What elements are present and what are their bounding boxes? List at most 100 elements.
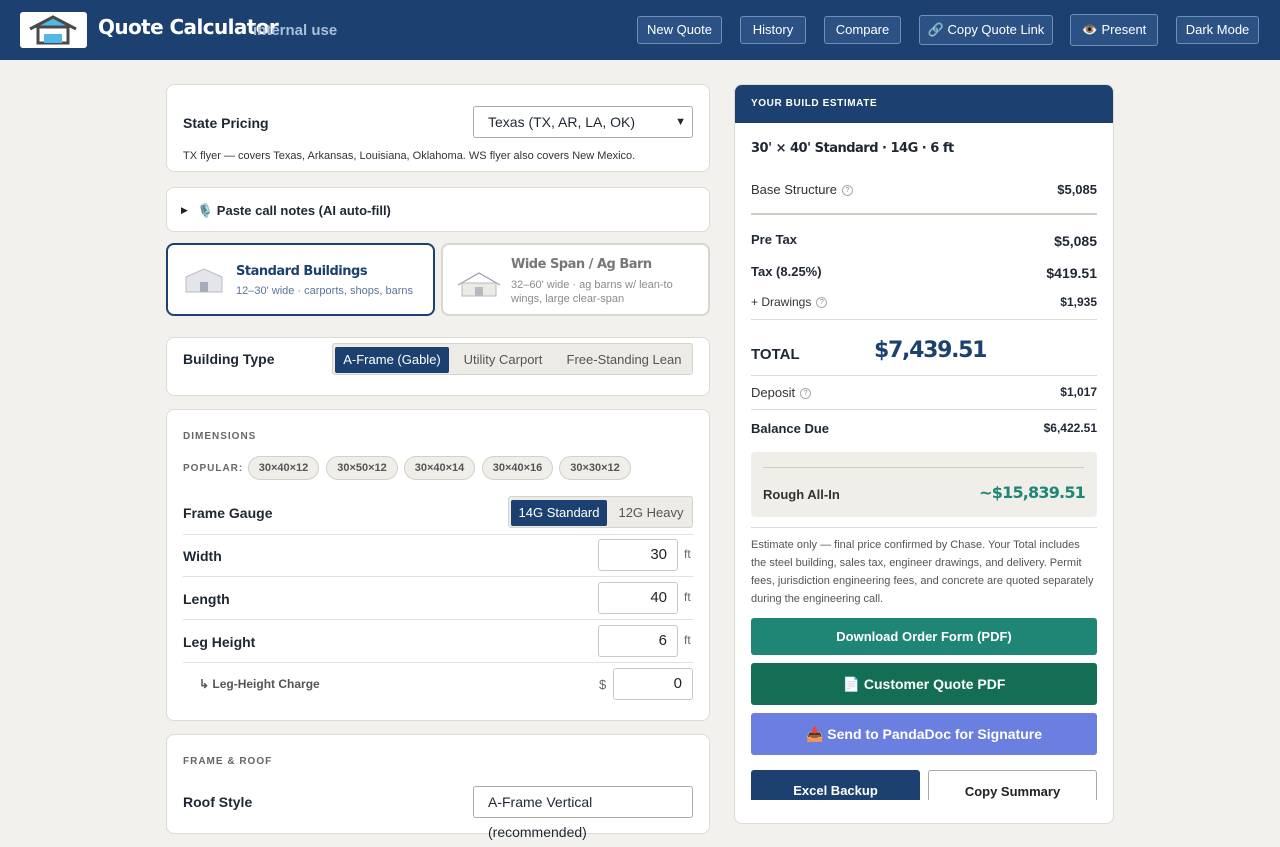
roof-style-value: A-Frame Vertical (recommended)	[488, 794, 593, 840]
building-type-selector: A-Frame (Gable) Utility Carport Free-Sta…	[332, 343, 693, 375]
category-title: Wide Span / Ag Barn	[511, 257, 652, 272]
popular-size-chip[interactable]: 30×50×12	[326, 456, 398, 480]
drawings-value: $1,935	[1060, 295, 1097, 309]
send-to-pandadoc-button[interactable]: 📥 Send to PandaDoc for Signature	[751, 713, 1097, 755]
compare-button[interactable]: Compare	[824, 16, 901, 44]
estimate-disclaimer: Estimate only — final price confirmed by…	[751, 539, 1094, 605]
roof-style-select[interactable]: A-Frame Vertical (recommended)	[473, 786, 693, 840]
base-structure-label: Base Structure?	[751, 182, 853, 197]
option-a-frame[interactable]: A-Frame (Gable)	[335, 347, 449, 373]
divider	[751, 527, 1097, 528]
building-type-label: Building Type	[183, 351, 275, 367]
copy-summary-button[interactable]: Copy Summary	[928, 770, 1097, 800]
width-unit: ft	[684, 547, 691, 561]
state-pricing-value: Texas (TX, AR, LA, OK)	[488, 114, 636, 130]
option-utility-carport[interactable]: Utility Carport	[453, 347, 553, 373]
roof-style-label: Roof Style	[183, 794, 253, 810]
leg-charge-input[interactable]: 0	[613, 668, 693, 700]
base-structure-value: $5,085	[1057, 182, 1097, 197]
balance-value: $6,422.51	[1043, 421, 1097, 435]
divider	[183, 576, 693, 577]
category-desc: 32–60' wide · ag barns w/ lean-to wings,…	[511, 279, 673, 305]
length-input[interactable]: 40	[598, 582, 678, 614]
width-input[interactable]: 30	[598, 539, 678, 571]
divider	[751, 213, 1097, 215]
divider	[183, 619, 693, 620]
frame-roof-card	[166, 734, 710, 834]
present-button[interactable]: 👁️ Present	[1070, 14, 1158, 46]
excel-backup-button[interactable]: Excel Backup	[751, 770, 920, 800]
popular-size-chip[interactable]: 30×40×12	[248, 456, 319, 480]
logo-house-icon	[20, 12, 87, 48]
dark-mode-button[interactable]: Dark Mode	[1176, 16, 1259, 44]
category-wide-span[interactable]: Wide Span / Ag Barn 32–60' wide · ag bar…	[441, 243, 710, 316]
new-quote-button[interactable]: New Quote	[637, 16, 722, 44]
leg-height-input[interactable]: 6	[598, 625, 678, 657]
category-title: Standard Buildings	[236, 264, 368, 279]
divider	[183, 534, 693, 535]
deposit-label: Deposit?	[751, 385, 812, 400]
state-pricing-select[interactable]: Texas (TX, AR, LA, OK) ▼	[473, 106, 693, 138]
info-icon[interactable]: ?	[816, 297, 828, 308]
customer-quote-pdf-button[interactable]: 📄 Customer Quote PDF	[751, 663, 1097, 705]
app-title: Quote Calculator	[98, 15, 279, 39]
popular-size-chip[interactable]: 30×40×16	[482, 456, 553, 480]
option-12g-heavy[interactable]: 12G Heavy	[613, 500, 689, 526]
option-free-standing-lean[interactable]: Free-Standing Lean	[559, 347, 689, 373]
pretax-label: Pre Tax	[751, 232, 798, 247]
divider	[751, 409, 1097, 410]
divider	[751, 319, 1097, 320]
estimate-header: YOUR BUILD ESTIMATE	[735, 85, 1113, 123]
state-pricing-label: State Pricing	[183, 115, 269, 131]
frame-gauge-selector: 14G Standard 12G Heavy	[508, 496, 693, 528]
total-value: $7,439.51	[874, 338, 987, 363]
rough-all-in-box: Rough All-In ~$15,839.51	[751, 452, 1097, 517]
info-icon[interactable]: ?	[842, 185, 853, 196]
length-unit: ft	[684, 590, 691, 604]
divider	[183, 662, 693, 663]
rough-all-in-label: Rough All-In	[763, 487, 840, 502]
category-standard-buildings[interactable]: Standard Buildings 12–30' wide · carport…	[166, 243, 435, 316]
total-label: TOTAL	[751, 346, 800, 363]
rough-all-in-value: ~$15,839.51	[979, 483, 1086, 502]
divider	[751, 375, 1097, 376]
popular-size-chip[interactable]: 30×30×12	[559, 456, 631, 480]
divider	[763, 467, 1084, 468]
expand-arrow-icon: ▶	[181, 205, 188, 215]
leg-height-unit: ft	[684, 633, 691, 647]
pretax-value: $5,085	[1054, 233, 1097, 249]
frame-roof-section-title: FRAME & ROOF	[183, 756, 273, 767]
leg-height-label: Leg Height	[183, 634, 256, 650]
estimate-header-title: YOUR BUILD ESTIMATE	[751, 98, 878, 109]
tax-label: Tax (8.25%)	[751, 264, 822, 279]
deposit-value: $1,017	[1060, 385, 1097, 399]
call-notes-label: 🎙️ Paste call notes (AI auto-fill)	[197, 203, 391, 218]
base-structure-text: Base Structure	[751, 182, 837, 197]
popular-label: POPULAR:	[183, 463, 244, 474]
drawings-text: + Drawings	[751, 295, 812, 309]
leg-charge-label: ↳ Leg-Height Charge	[199, 677, 320, 691]
dimensions-section-title: DIMENSIONS	[183, 431, 257, 442]
download-order-form-button[interactable]: Download Order Form (PDF)	[751, 618, 1097, 655]
length-label: Length	[183, 591, 230, 607]
building-icon	[185, 268, 223, 293]
estimate-summary: 30' × 40' Standard · 14G · 6 ft	[751, 141, 954, 156]
popular-size-chip[interactable]: 30×40×14	[404, 456, 475, 480]
drawings-label: + Drawings?	[751, 295, 828, 309]
copy-quote-link-button[interactable]: 🔗 Copy Quote Link	[919, 15, 1053, 45]
frame-gauge-label: Frame Gauge	[183, 505, 273, 521]
state-pricing-note: TX flyer — covers Texas, Arkansas, Louis…	[183, 150, 636, 162]
deposit-text: Deposit	[751, 385, 796, 400]
app-subtitle: internal use	[253, 22, 338, 39]
select-chevron-icon: ▼	[675, 116, 686, 128]
history-button[interactable]: History	[740, 16, 806, 44]
app-header: Quote Calculator internal use New Quote …	[0, 0, 1280, 60]
currency-prefix: $	[599, 677, 607, 692]
barn-icon	[457, 272, 501, 297]
category-desc: 12–30' wide · carports, shops, barns	[236, 285, 413, 297]
balance-label: Balance Due	[751, 421, 830, 436]
option-14g-standard[interactable]: 14G Standard	[511, 500, 607, 526]
tax-value: $419.51	[1046, 265, 1097, 281]
info-icon[interactable]: ?	[800, 388, 812, 399]
width-label: Width	[183, 548, 222, 564]
